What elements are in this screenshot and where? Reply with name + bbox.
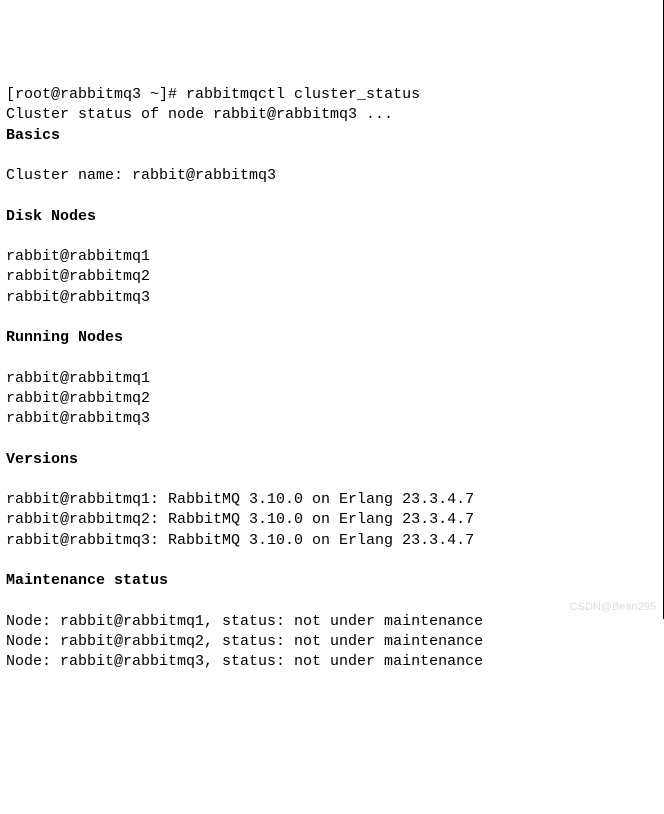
maintenance-line: Node: rabbit@rabbitmq3, status: not unde… — [6, 653, 483, 670]
cluster-name-value: rabbit@rabbitmq3 — [132, 167, 276, 184]
version-line: rabbit@rabbitmq2: RabbitMQ 3.10.0 on Erl… — [6, 511, 474, 528]
disk-node-item: rabbit@rabbitmq2 — [6, 268, 150, 285]
disk-node-item: rabbit@rabbitmq1 — [6, 248, 150, 265]
version-line: rabbit@rabbitmq1: RabbitMQ 3.10.0 on Erl… — [6, 491, 474, 508]
shell-command: rabbitmqctl cluster_status — [186, 86, 420, 103]
shell-prompt: [root@rabbitmq3 ~]# — [6, 86, 186, 103]
watermark-text: CSDN@Bean295 — [570, 600, 656, 615]
running-node-item: rabbit@rabbitmq1 — [6, 370, 150, 387]
maintenance-line: Node: rabbit@rabbitmq1, status: not unde… — [6, 613, 483, 630]
section-heading-basics: Basics — [6, 127, 60, 144]
section-heading-running-nodes: Running Nodes — [6, 329, 123, 346]
version-line: rabbit@rabbitmq3: RabbitMQ 3.10.0 on Erl… — [6, 532, 474, 549]
section-heading-disk-nodes: Disk Nodes — [6, 208, 96, 225]
maintenance-line: Node: rabbit@rabbitmq2, status: not unde… — [6, 633, 483, 650]
disk-node-item: rabbit@rabbitmq3 — [6, 289, 150, 306]
cluster-name-label: Cluster name: — [6, 167, 132, 184]
running-node-item: rabbit@rabbitmq3 — [6, 410, 150, 427]
section-heading-versions: Versions — [6, 451, 78, 468]
terminal-output: [root@rabbitmq3 ~]# rabbitmqctl cluster_… — [6, 85, 657, 672]
running-node-item: rabbit@rabbitmq2 — [6, 390, 150, 407]
section-heading-maintenance: Maintenance status — [6, 572, 168, 589]
status-line: Cluster status of node rabbit@rabbitmq3 … — [6, 106, 393, 123]
